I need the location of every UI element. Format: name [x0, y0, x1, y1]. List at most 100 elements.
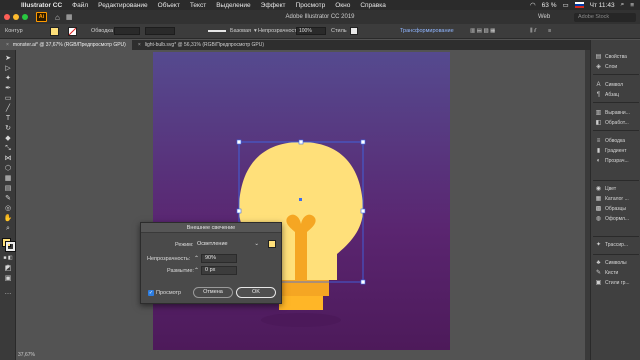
panel-item[interactable]: A Символ [595, 80, 640, 90]
selection-handle[interactable] [360, 279, 366, 285]
brush-label[interactable]: Базовая [230, 28, 251, 34]
opacity-stepper-icon[interactable]: ⌃ [194, 255, 199, 262]
cancel-button[interactable]: Отмена [193, 287, 233, 298]
panel-item[interactable]: ▥ Выравни... [595, 108, 640, 118]
panel-item[interactable]: ◧ Обработ... [595, 118, 640, 128]
panel-item[interactable]: ▤ Свойства [595, 52, 640, 62]
control-menu-icon[interactable]: ≡ [548, 28, 551, 34]
panel-item[interactable]: ▮ Градиент [595, 146, 640, 156]
bulb-base-lower[interactable] [279, 296, 323, 310]
variable-width-field[interactable] [145, 27, 175, 35]
workspace-switcher[interactable]: Web [538, 14, 550, 20]
zoom-level[interactable]: 37,67% [18, 352, 35, 358]
stroke-color-icon[interactable] [5, 241, 16, 252]
panel-item[interactable]: ▣ Стили гр... [595, 278, 640, 288]
selection-handle[interactable] [298, 139, 304, 145]
screen-mode-icon[interactable]: ▣ [3, 274, 13, 283]
gradient-tool-icon[interactable]: ▤ [3, 184, 13, 193]
direct-selection-tool-icon[interactable]: ▷ [3, 64, 13, 73]
mesh-tool-icon[interactable]: ▦ [3, 174, 13, 183]
fill-swatch[interactable] [50, 27, 59, 36]
eyedropper-tool-icon[interactable]: ✎ [3, 194, 13, 203]
blend-tool-icon[interactable]: ◎ [3, 204, 13, 213]
close-window-icon[interactable] [4, 14, 10, 20]
close-tab-icon[interactable]: × [138, 42, 141, 48]
menu-window[interactable]: Окно [330, 2, 355, 9]
selection-handle[interactable] [360, 139, 366, 145]
tab-light-bulb[interactable]: × light-bulb.svg* @ 56,31% (RGB/Предпросм… [132, 40, 270, 50]
mode-select[interactable]: Осветление ⌄ [193, 240, 263, 249]
arrange-documents-icon[interactable]: ▦ [66, 13, 73, 21]
panel-item[interactable]: ▦ Каталог ... [595, 194, 640, 204]
tab-monster[interactable]: × monster.ai* @ 37,67% (RGB/Предпросмотр … [0, 40, 132, 50]
zoom-tool-icon[interactable]: ⌕ [3, 224, 13, 233]
glow-color-swatch[interactable] [268, 240, 276, 248]
opacity-field[interactable]: 100% [296, 27, 326, 35]
menu-view[interactable]: Просмотр [291, 2, 331, 9]
panel-item[interactable]: ▩ Образцы [595, 204, 640, 214]
edit-toolbar-icon[interactable]: … [3, 288, 13, 297]
selection-handle[interactable] [236, 139, 242, 145]
menu-text[interactable]: Текст [185, 2, 211, 9]
stroke-swatch[interactable] [68, 27, 77, 36]
draw-mode-icon[interactable]: ◩ [3, 264, 13, 273]
stock-search-input[interactable]: Adobe Stock [574, 12, 636, 22]
opacity-input[interactable]: 90% [201, 254, 237, 263]
rotate-tool-icon[interactable]: ↻ [3, 124, 13, 133]
minimize-window-icon[interactable] [13, 14, 19, 20]
panel-item[interactable]: ✎ Кисти [595, 268, 640, 278]
align-icons[interactable]: ▥ ▤ ▧ ▦ [470, 28, 495, 34]
home-icon[interactable]: ⌂ [55, 13, 60, 22]
canvas[interactable] [17, 50, 585, 360]
transform-link[interactable]: Трансформирование [400, 28, 454, 34]
close-tab-icon[interactable]: × [6, 42, 9, 48]
light-bulb-illustration[interactable] [153, 52, 450, 350]
shape-builder-tool-icon[interactable]: ⬡ [3, 164, 13, 173]
magic-wand-tool-icon[interactable]: ✦ [3, 74, 13, 83]
menu-edit[interactable]: Редактирование [93, 2, 153, 9]
scale-tool-icon[interactable]: ⤡ [3, 144, 13, 153]
style-swatch[interactable] [350, 27, 358, 35]
menu-effect[interactable]: Эффект [256, 2, 291, 9]
blur-input[interactable]: 0 px [201, 266, 237, 275]
panel-item[interactable]: ♣ Символы [595, 258, 640, 268]
preview-checkbox[interactable]: ✓ [148, 290, 154, 296]
panel-item[interactable]: ◐ Прозрач... [595, 156, 640, 166]
color-mode-icons[interactable]: ■ ◧ ⊘ [3, 254, 13, 270]
menu-app-name[interactable]: Illustrator CC [16, 2, 67, 9]
panel-item[interactable]: ¶ Абзац [595, 90, 640, 100]
rectangle-tool-icon[interactable]: ▭ [3, 94, 13, 103]
type-tool-icon[interactable]: T [3, 114, 13, 123]
panel-item[interactable]: ◉ Цвет [595, 184, 640, 194]
width-tool-icon[interactable]: ⋈ [3, 154, 13, 163]
distribute-icons[interactable]: ⫼ ⫽ [530, 28, 537, 35]
selection-handle[interactable] [236, 208, 242, 214]
battery-icon[interactable]: ▭ [563, 1, 569, 9]
russian-flag-icon[interactable] [574, 2, 584, 8]
selection-tool-icon[interactable]: ➤ [3, 54, 13, 63]
ok-button[interactable]: OK [236, 287, 276, 298]
menu-select[interactable]: Выделение [211, 2, 255, 9]
panel-item[interactable]: ≡ Обводка [595, 136, 640, 146]
brush-dropdown-icon[interactable]: ▾ [254, 28, 257, 34]
maximize-window-icon[interactable] [22, 14, 28, 20]
panel-item[interactable]: ◍ Оформл... [595, 214, 640, 224]
hand-tool-icon[interactable]: ✋ [3, 214, 13, 223]
eraser-tool-icon[interactable]: ◆ [3, 134, 13, 143]
pen-tool-icon[interactable]: ✒ [3, 84, 13, 93]
wifi-icon[interactable]: ◠ [530, 1, 536, 9]
stroke-weight-field[interactable] [114, 27, 140, 35]
preview-label[interactable]: Просмотр [156, 290, 181, 296]
menu-file[interactable]: Файл [67, 2, 93, 9]
artboard[interactable] [153, 52, 450, 350]
spotlight-icon[interactable]: ⌕ [621, 1, 625, 9]
line-tool-icon[interactable]: ╱ [3, 104, 13, 113]
menu-list-icon[interactable]: ≡ [630, 2, 634, 9]
selection-handle[interactable] [360, 208, 366, 214]
battery-percent[interactable]: 63 % [542, 2, 557, 9]
menu-object[interactable]: Объект [153, 2, 185, 9]
panel-item[interactable]: ◈ Слои [595, 62, 640, 72]
menu-help[interactable]: Справка [355, 2, 391, 9]
panel-item[interactable]: ✦ Трассир... [595, 240, 640, 250]
blur-stepper-icon[interactable]: ⌃ [194, 267, 199, 274]
